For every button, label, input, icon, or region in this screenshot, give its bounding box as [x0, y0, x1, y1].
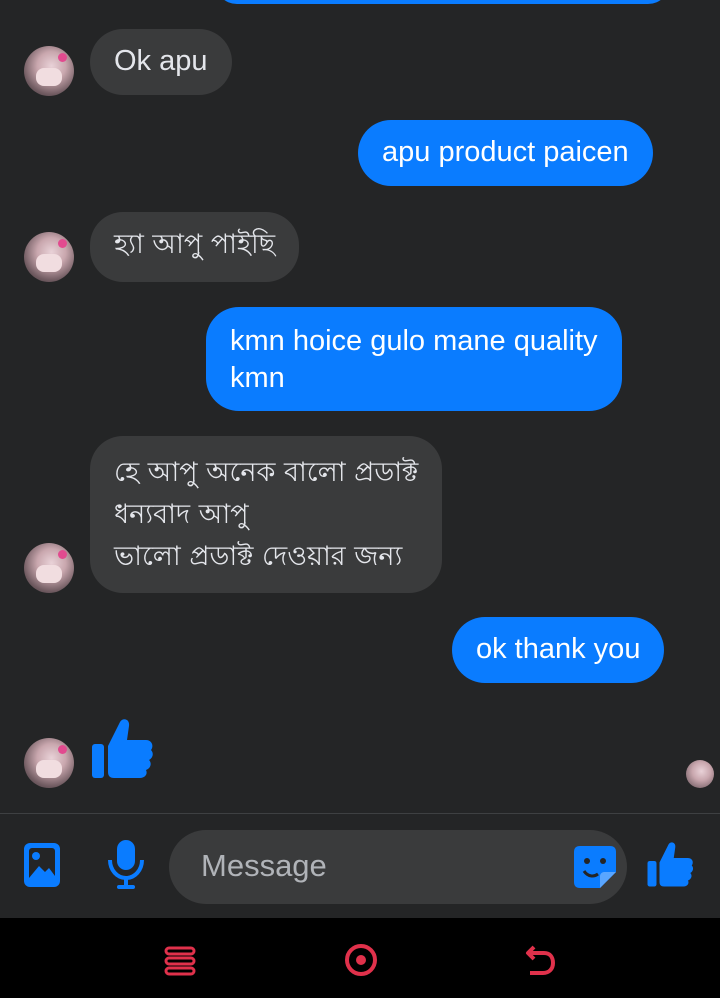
chat-thread: Ok apu apu product paicen হ্যা আপু পাইছি… [0, 0, 720, 813]
message-text-line: হে আপু অনেক বালো প্রডাক্ট [114, 457, 419, 488]
outgoing-message[interactable]: kmn hoice gulo mane quality kmn [206, 307, 622, 411]
microphone-icon[interactable] [106, 838, 146, 895]
home-icon[interactable] [344, 943, 378, 982]
outgoing-message[interactable]: ok thank you [452, 617, 665, 683]
image-icon[interactable] [23, 842, 61, 893]
sticker-icon[interactable] [572, 844, 618, 895]
outgoing-message[interactable]: apu product paicen [358, 120, 653, 186]
message-text: ok thank you [476, 633, 641, 665]
contact-avatar[interactable] [24, 543, 74, 593]
like-button[interactable] [646, 840, 694, 893]
incoming-message[interactable]: হ্যা আপু পাইছি [90, 212, 300, 282]
message-text: হ্যা আপু পাইছি [114, 229, 276, 260]
message-text-line: ধন্যবাদ আপু [114, 499, 249, 530]
thumbs-up-icon[interactable] [90, 716, 154, 785]
message-text-line: kmn hoice gulo mane quality [230, 325, 598, 357]
contact-avatar[interactable] [24, 232, 74, 282]
navigation-bar [0, 918, 720, 998]
thumbs-up-icon [647, 842, 694, 887]
back-icon[interactable] [524, 943, 556, 982]
contact-avatar[interactable] [24, 738, 74, 788]
message-text: Ok apu [114, 45, 208, 77]
recents-icon[interactable] [164, 946, 196, 981]
message-input[interactable]: Message [169, 830, 627, 904]
message-text: apu product paicen [382, 136, 629, 168]
contact-avatar[interactable] [24, 46, 74, 96]
message-placeholder: Message [201, 848, 327, 883]
incoming-message[interactable]: Ok apu [90, 29, 232, 95]
message-text-line: kmn [230, 362, 285, 394]
seen-avatar [686, 760, 714, 788]
message-text-line: ভালো প্রডাক্ট দেওয়ার জন্য [114, 541, 403, 572]
incoming-message[interactable]: হে আপু অনেক বালো প্রডাক্ট ধন্যবাদ আপু ভা… [90, 436, 443, 593]
previous-message-bubble[interactable] [215, 0, 670, 4]
